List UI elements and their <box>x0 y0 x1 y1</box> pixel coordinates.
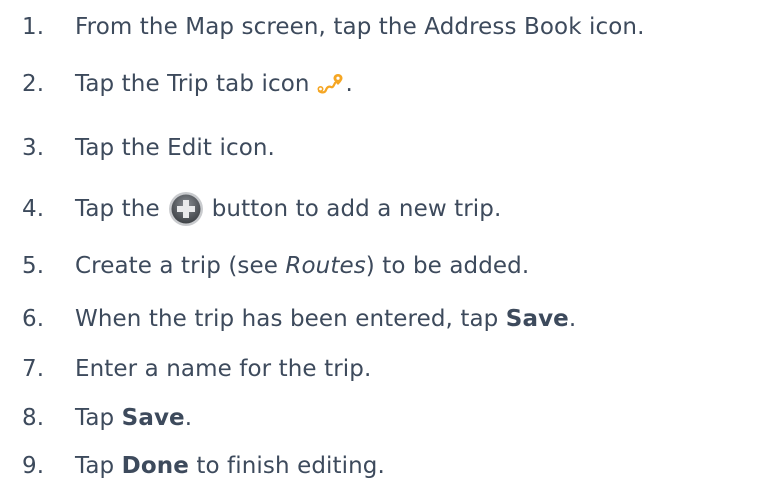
save-label: Save <box>121 405 185 431</box>
step-number: 4. <box>22 196 45 222</box>
step-number: 9. <box>22 453 45 479</box>
step-number: 8. <box>22 405 45 431</box>
step-text-pre: Tap the Trip tab icon <box>75 71 310 97</box>
step-text: Tap Save. <box>75 405 192 431</box>
step-text: Tap the Trip tab icon . <box>75 71 353 97</box>
done-label: Done <box>121 453 189 479</box>
trip-route-icon <box>317 74 343 94</box>
step-text: Create a trip (see Routes) to be added. <box>75 253 529 279</box>
step-number: 5. <box>22 253 45 279</box>
step-text-post: to finish editing. <box>188 453 385 479</box>
step-text: When the trip has been entered, tap Save… <box>75 306 576 332</box>
save-label: Save <box>505 306 569 332</box>
step-text-post: . <box>568 306 577 332</box>
step-text-pre: Tap <box>75 405 122 431</box>
step-text: Tap Done to finish editing. <box>75 453 385 479</box>
step-text: From the Map screen, tap the Address Boo… <box>75 14 645 40</box>
step-text: Tap the Edit icon. <box>75 135 275 161</box>
step-text-post: ) to be added. <box>365 253 530 279</box>
step-text-pre: When the trip has been entered, tap <box>75 306 506 332</box>
step-text-post: . <box>184 405 193 431</box>
routes-reference: Routes <box>285 253 366 279</box>
step-number: 2. <box>22 71 45 97</box>
plus-button-icon <box>168 192 203 226</box>
step-text-pre: Tap <box>75 453 122 479</box>
step-text-post: . <box>345 71 353 97</box>
step-number: 3. <box>22 135 45 161</box>
step-text-post: button to add a new trip. <box>211 196 502 222</box>
step-text-pre: Tap the <box>75 196 160 222</box>
step-text-pre: Create a trip (see <box>75 253 286 279</box>
step-number: 7. <box>22 356 45 382</box>
step-text: Enter a name for the trip. <box>75 356 372 382</box>
step-number: 6. <box>22 306 45 332</box>
step-text: Tap the button to add a new trip. <box>75 191 501 227</box>
instruction-list: 1. From the Map screen, tap the Address … <box>0 0 772 485</box>
step-number: 1. <box>22 14 45 40</box>
